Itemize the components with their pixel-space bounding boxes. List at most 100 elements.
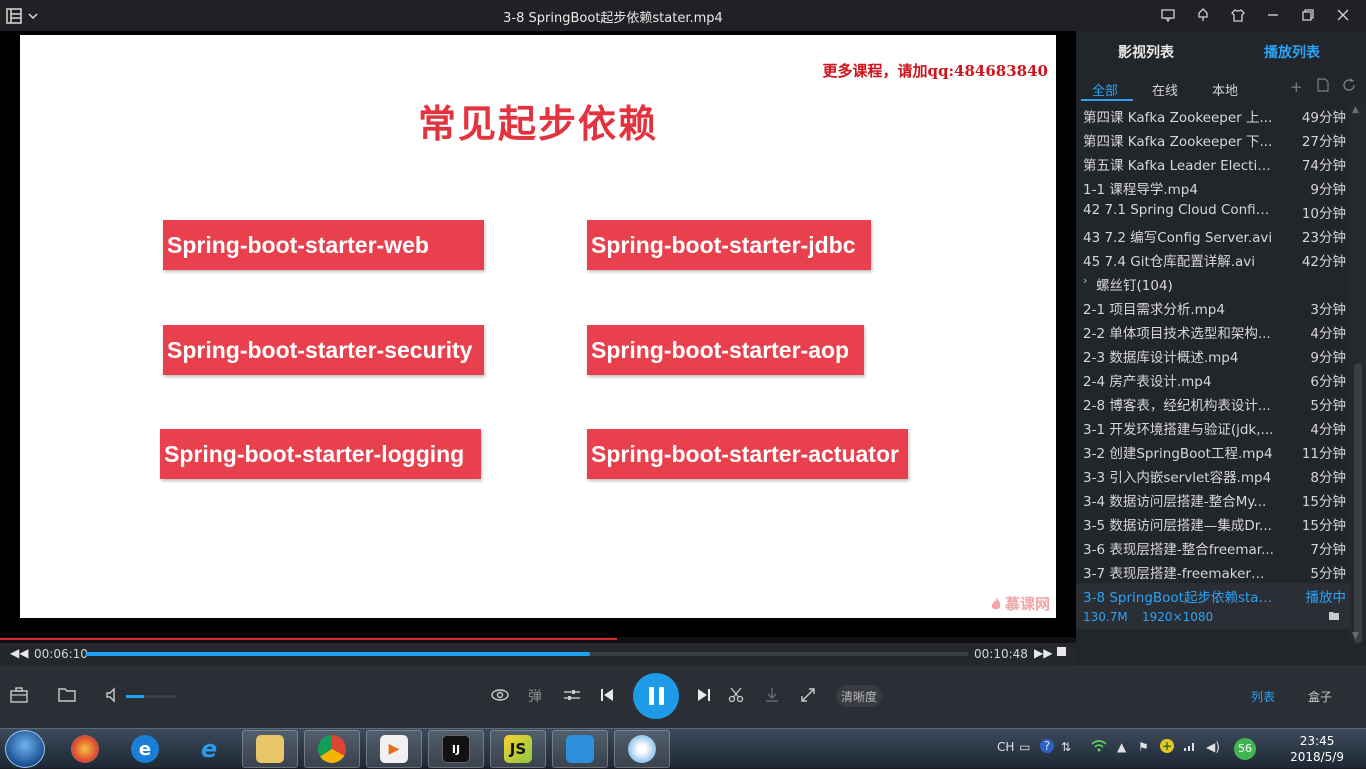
starter-jdbc-chip: Spring-boot-starter-jdbc — [587, 220, 871, 270]
list-item[interactable]: 1-1 课程导学.mp4 9分钟 — [1076, 175, 1350, 199]
list-item[interactable]: 3-1 开发环境搭建与验证(jdk,... 4分钟 — [1076, 415, 1350, 439]
clock[interactable]: 23:45 2018/5/9 — [1290, 733, 1344, 765]
close-icon[interactable] — [1329, 4, 1356, 26]
tab-play-list[interactable]: 播放列表 — [1264, 42, 1320, 62]
tray-arrows-icon[interactable]: ⇅ — [1061, 740, 1071, 754]
help-icon[interactable]: ? — [1040, 739, 1054, 753]
logo-text: 慕课网 — [1004, 595, 1050, 613]
keyboard-icon[interactable]: ▭ — [1019, 740, 1030, 754]
list-button[interactable]: 列表 — [1238, 685, 1288, 707]
open-folder-icon[interactable] — [58, 687, 76, 706]
pause-button[interactable] — [633, 673, 679, 719]
taskbar-explorer[interactable] — [242, 730, 298, 768]
toolbox-icon[interactable] — [10, 687, 28, 707]
taskbar-ie-2[interactable]: e — [181, 730, 237, 768]
speaker-icon[interactable]: ◀) — [1206, 740, 1220, 754]
security-icon[interactable]: + — [1160, 739, 1174, 753]
next-icon[interactable] — [697, 687, 711, 707]
feedback-icon[interactable] — [1154, 4, 1181, 26]
list-item[interactable]: 3-6 表现层搭建-整合freemar... 7分钟 — [1076, 535, 1350, 559]
tab-online[interactable]: 在线 — [1152, 80, 1178, 99]
skin-icon[interactable] — [1189, 4, 1216, 26]
control-bar: 弹 清晰度 列表 盒子 — [0, 665, 1366, 728]
list-item[interactable]: 3-7 表现层搭建-freemaker结... 5分钟 — [1076, 559, 1350, 583]
progress-bar[interactable] — [86, 652, 968, 656]
open-folder-icon[interactable] — [1328, 610, 1340, 624]
start-button[interactable] — [5, 730, 45, 768]
fullscreen-icon[interactable] — [800, 687, 816, 707]
folder-row[interactable]: › 螺丝钉(104) — [1076, 271, 1350, 295]
windows-taskbar: e e ▶ IJ JS CH ▭ ? ⇅ ▲ ⚑ + ◀) 56 23:45 2… — [0, 728, 1366, 768]
video-area[interactable]: 更多课程，请加qq:484683840 常见起步依赖 Spring-boot-s… — [0, 31, 1076, 637]
list-item[interactable]: 2-2 单体项目技术选型和架构... 4分钟 — [1076, 319, 1350, 343]
list-item[interactable]: 2-8 博客表，经纪机构表设计... 5分钟 — [1076, 391, 1350, 415]
tray-badge[interactable]: 56 — [1234, 738, 1256, 760]
list-item[interactable]: 第五课 Kafka Leader Electio... 74分钟 — [1076, 151, 1350, 175]
box-button[interactable]: 盒子 — [1295, 685, 1345, 707]
scroll-thumb[interactable] — [1354, 363, 1362, 643]
list-item[interactable]: 3-4 数据访问层搭建-整合My... 15分钟 — [1076, 487, 1350, 511]
media-app-icon — [566, 735, 594, 763]
rewind-icon[interactable]: ◀◀ — [10, 646, 28, 660]
video-player-icon: ▶ — [380, 735, 408, 763]
eye-icon[interactable] — [490, 687, 510, 707]
taskbar-ie[interactable]: e — [117, 730, 173, 768]
signal-icon[interactable] — [1183, 740, 1197, 755]
restore-icon[interactable] — [1294, 4, 1321, 26]
shirt-icon[interactable] — [1224, 4, 1251, 26]
taskbar-ball-app[interactable] — [57, 730, 113, 768]
window-title: 3-8 SpringBoot起步依赖stater.mp4 — [503, 11, 723, 26]
taskbar-webstorm[interactable]: JS — [490, 730, 546, 768]
system-tray: CH ▭ ? ⇅ ▲ ⚑ + ◀) 56 23:45 2018/5/9 — [986, 729, 1366, 769]
refresh-icon[interactable] — [1342, 78, 1356, 96]
file-icon[interactable] — [1317, 78, 1329, 96]
tab-media-list[interactable]: 影视列表 — [1118, 42, 1174, 62]
scroll-up-icon[interactable]: ▲ — [1352, 105, 1359, 115]
tab-all[interactable]: 全部 — [1092, 80, 1118, 99]
total-time: 00:10:48 — [974, 647, 1028, 661]
minimize-icon[interactable] — [1259, 4, 1286, 26]
equalizer-icon[interactable] — [563, 687, 581, 707]
volume-icon[interactable] — [105, 687, 121, 707]
stop-icon[interactable] — [1057, 647, 1066, 656]
scroll-down-icon[interactable]: ▼ — [1352, 631, 1359, 641]
list-item[interactable]: 45 7.4 Git仓库配置详解.avi 42分钟 — [1076, 247, 1350, 271]
list-item[interactable]: 2-1 项目需求分析.mp4 3分钟 — [1076, 295, 1350, 319]
list-item[interactable]: 42 7.1 Spring Cloud Config... 10分钟 — [1076, 199, 1350, 223]
tab-local[interactable]: 本地 — [1212, 80, 1238, 99]
list-item[interactable]: 2-3 数据库设计概述.mp4 9分钟 — [1076, 343, 1350, 367]
list-item[interactable]: 3-2 创建SpringBoot工程.mp4 11分钟 — [1076, 439, 1350, 463]
intellij-icon: IJ — [442, 735, 470, 763]
list-item[interactable]: 3-5 数据访问层搭建—集成Dr... 15分钟 — [1076, 511, 1350, 535]
starter-logging-chip: Spring-boot-starter-logging — [160, 429, 481, 479]
list-item[interactable]: 2-4 房产表设计.mp4 6分钟 — [1076, 367, 1350, 391]
previous-icon[interactable] — [600, 687, 614, 707]
clock-time: 23:45 — [1299, 734, 1335, 748]
list-item[interactable]: 3-3 引入内嵌servlet容器.mp4 8分钟 — [1076, 463, 1350, 487]
scissors-icon[interactable] — [728, 687, 744, 707]
wifi-icon[interactable] — [1091, 740, 1107, 755]
current-list-item[interactable]: 3-8 SpringBoot起步依赖stat... 播放中 130.7M 192… — [1076, 583, 1350, 629]
fast-forward-icon[interactable]: ▶▶ — [1034, 646, 1052, 660]
ie-icon-2: e — [200, 735, 218, 763]
taskbar-chrome[interactable] — [304, 730, 360, 768]
language-indicator[interactable]: CH — [997, 740, 1014, 754]
list-item[interactable]: 43 7.2 编写Config Server.avi 23分钟 — [1076, 223, 1350, 247]
imooc-logo: 慕课网 — [990, 593, 1050, 614]
download-icon[interactable] — [764, 687, 780, 707]
taskbar-intellij[interactable]: IJ — [428, 730, 484, 768]
tray-expand-icon[interactable]: ▲ — [1117, 740, 1126, 754]
flag-icon[interactable]: ⚑ — [1138, 740, 1149, 754]
taskbar-media-app[interactable] — [552, 730, 608, 768]
taskbar-video-player[interactable]: ▶ — [366, 730, 422, 768]
list-item[interactable]: 第四课 Kafka Zookeeper 下... 27分钟 — [1076, 127, 1350, 151]
quality-button[interactable]: 清晰度 — [836, 685, 882, 707]
add-icon[interactable]: + — [1290, 78, 1303, 96]
playlist-scrollbar[interactable]: ▲ ▼ — [1350, 103, 1366, 643]
file-size: 130.7M — [1083, 610, 1128, 624]
ball-app-icon — [71, 735, 99, 763]
list-item[interactable]: 第四课 Kafka Zookeeper 上... 49分钟 — [1076, 103, 1350, 127]
volume-slider[interactable] — [126, 695, 176, 698]
taskbar-paint[interactable] — [614, 730, 670, 768]
danmaku-button[interactable]: 弹 — [528, 686, 542, 706]
